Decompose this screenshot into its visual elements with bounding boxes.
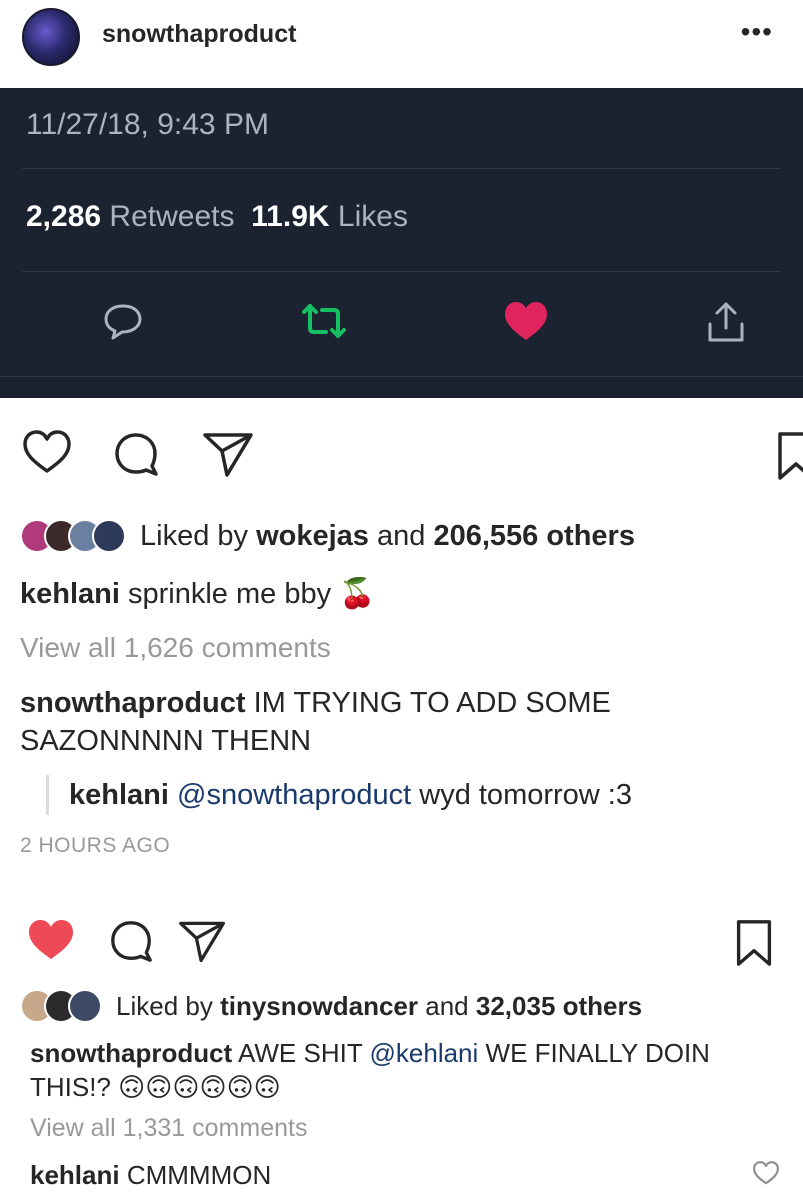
- comment-like-icon[interactable]: [752, 1160, 780, 1186]
- reply-text: wyd tomorrow :3: [419, 779, 632, 811]
- retweets-label: Retweets: [109, 200, 235, 233]
- comment-icon[interactable]: [112, 430, 160, 478]
- reply-comment: kehlani @snowthaproduct wyd tomorrow :3: [46, 775, 632, 815]
- liked-count[interactable]: 206,556 others: [433, 520, 635, 553]
- liked-user[interactable]: wokejas: [256, 520, 369, 553]
- liker-avatars: [20, 519, 126, 553]
- liked-and: and: [376, 519, 426, 552]
- share-icon: [708, 302, 744, 342]
- username[interactable]: snowthaproduct: [102, 20, 296, 49]
- view-all-comments[interactable]: View all 1,626 comments: [20, 632, 331, 664]
- reply-icon: [104, 304, 142, 340]
- liked-count[interactable]: 32,035 others: [476, 991, 642, 1022]
- comment: snowthaproduct IM TRYING TO ADD SOME SAZ…: [20, 684, 611, 760]
- comment-username[interactable]: kehlani: [30, 1160, 120, 1190]
- tweet-image: 11/27/18, 9:43 PM 2,286 Retweets 11.9K L…: [0, 88, 803, 398]
- avatar: [68, 989, 102, 1023]
- liked-prefix: Liked by: [140, 519, 249, 552]
- avatar[interactable]: [22, 8, 80, 66]
- tweet-stats: 2,286 Retweets 11.9K Likes: [26, 200, 408, 234]
- caption-mention[interactable]: @kehlani: [370, 1038, 479, 1068]
- send-icon[interactable]: [176, 918, 228, 964]
- liked-by: Liked by wokejas and 206,556 others: [20, 516, 635, 556]
- likes-count: 11.9K: [251, 200, 330, 233]
- liked-user[interactable]: tinysnowdancer: [220, 991, 418, 1022]
- retweet-icon: [302, 304, 346, 338]
- caption: snowthaproduct AWE SHIT @kehlani WE FINA…: [30, 1036, 710, 1104]
- like-icon: [505, 302, 547, 340]
- comment-text: IM TRYING TO ADD SOME: [253, 687, 611, 719]
- tweet-timestamp: 11/27/18, 9:43 PM: [26, 108, 269, 141]
- post-actions: [0, 916, 803, 966]
- tweet-actions: [0, 298, 803, 358]
- liked-and: and: [425, 990, 469, 1021]
- avatar: [92, 519, 126, 553]
- comment-icon[interactable]: [108, 918, 154, 964]
- heart-filled-icon[interactable]: [26, 916, 76, 964]
- caption: kehlani sprinkle me bby 🍒: [20, 575, 375, 613]
- divider: [22, 168, 781, 169]
- liked-by: Liked by tinysnowdancer and 32,035 other…: [20, 986, 642, 1026]
- upside-down-face-emojis: 🙃🙃🙃🙃🙃🙃: [118, 1072, 281, 1102]
- send-icon[interactable]: [200, 430, 256, 478]
- caption-text: WE FINALLY DOIN: [485, 1038, 710, 1068]
- caption-username[interactable]: kehlani: [20, 578, 120, 610]
- post-actions: [0, 428, 803, 480]
- bookmark-icon[interactable]: [734, 918, 774, 968]
- reply-username[interactable]: kehlani: [69, 779, 169, 811]
- caption-username[interactable]: snowthaproduct: [30, 1038, 232, 1068]
- view-all-comments[interactable]: View all 1,331 comments: [30, 1114, 307, 1143]
- post-timestamp: 2 HOURS AGO: [20, 834, 171, 857]
- divider: [22, 271, 781, 272]
- caption-text: sprinkle me bby: [128, 578, 332, 610]
- likes-label: Likes: [337, 200, 408, 233]
- more-options-icon[interactable]: •••: [741, 16, 773, 48]
- post-header: snowthaproduct •••: [0, 0, 803, 88]
- cherry-emoji: 🍒: [339, 578, 376, 610]
- comment-text: SAZONNNNN THENN: [20, 725, 312, 757]
- divider: [0, 376, 803, 377]
- heart-icon[interactable]: [22, 428, 72, 476]
- comment-username[interactable]: snowthaproduct: [20, 687, 246, 719]
- reply-mention[interactable]: @snowthaproduct: [177, 779, 411, 811]
- retweets-count: 2,286: [26, 200, 102, 233]
- comment-text: CMMMMON: [126, 1160, 272, 1190]
- liker-avatars: [20, 989, 102, 1023]
- comment: kehlani CMMMMON: [30, 1156, 271, 1194]
- bookmark-icon[interactable]: [776, 430, 803, 482]
- liked-prefix: Liked by: [116, 990, 213, 1021]
- caption-text: THIS!?: [30, 1072, 111, 1102]
- caption-text: AWE SHIT: [238, 1038, 363, 1068]
